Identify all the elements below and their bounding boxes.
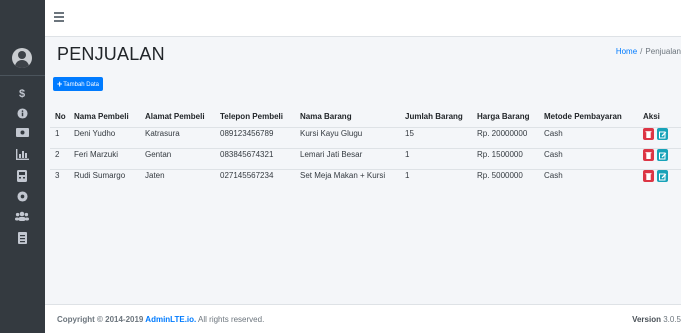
- cell-item-quantity: 1: [405, 150, 410, 159]
- cell-buyer-name: Rudi Sumargo: [74, 171, 126, 180]
- cell-item-quantity: 15: [405, 129, 414, 138]
- cell-no: 1: [55, 129, 60, 138]
- cell-payment-method: Cash: [544, 129, 563, 138]
- plus-icon: +: [57, 79, 63, 89]
- info-circle-icon[interactable]: [10, 108, 34, 122]
- menu-toggle-icon[interactable]: [54, 12, 64, 22]
- cell-payment-method: Cash: [544, 150, 563, 159]
- copyright-text: Copyright © 2014-2019 AdminLTE.io. All r…: [57, 305, 264, 333]
- cell-buyer-address: Katrasura: [145, 129, 180, 138]
- table-row: 3 Rudi Sumargo Jaten 027145567234 Set Me…: [50, 165, 681, 186]
- cell-buyer-address: Jaten: [145, 171, 165, 180]
- chart-icon[interactable]: [10, 149, 34, 163]
- cell-no: 2: [55, 150, 60, 159]
- breadcrumb-home-link[interactable]: Home: [616, 47, 637, 56]
- money-bill-icon[interactable]: [10, 128, 34, 142]
- edit-button[interactable]: [657, 149, 668, 161]
- cell-item-name: Kursi Kayu Glugu: [300, 129, 363, 138]
- version-text: Version 3.0.5: [632, 305, 681, 333]
- page-title: PENJUALAN: [57, 44, 165, 64]
- cell-buyer-address: Gentan: [145, 150, 172, 159]
- cell-buyer-name: Deni Yudho: [74, 129, 116, 138]
- breadcrumb: Home / Penjualan: [616, 47, 681, 56]
- delete-button[interactable]: [643, 170, 654, 182]
- version-value: 3.0.5: [660, 315, 681, 324]
- cell-item-name: Set Meja Makan + Kursi: [300, 171, 386, 180]
- edit-button[interactable]: [657, 170, 668, 182]
- add-data-button[interactable]: +Tambah Data: [53, 77, 103, 91]
- cell-item-price: Rp. 5000000: [477, 171, 523, 180]
- calculator-icon[interactable]: [10, 170, 34, 184]
- edit-button[interactable]: [657, 128, 668, 140]
- user-avatar[interactable]: [12, 48, 32, 68]
- cell-item-price: Rp. 1500000: [477, 150, 523, 159]
- delete-button[interactable]: [643, 149, 654, 161]
- cell-item-quantity: 1: [405, 171, 410, 180]
- sidebar-divider: [0, 75, 45, 76]
- cell-buyer-phone: 089123456789: [220, 129, 274, 138]
- top-navbar: [45, 0, 681, 37]
- sidebar: $: [0, 0, 45, 333]
- delete-button[interactable]: [643, 128, 654, 140]
- cell-buyer-phone: 083845674321: [220, 150, 274, 159]
- copyright-suffix: All rights reserved.: [196, 315, 265, 324]
- footer: Copyright © 2014-2019 AdminLTE.io. All r…: [45, 304, 681, 333]
- cell-item-price: Rp. 20000000: [477, 129, 528, 138]
- breadcrumb-current: Penjualan: [645, 47, 681, 56]
- version-label: Version: [632, 315, 661, 324]
- copyright-prefix: Copyright © 2014-2019: [57, 315, 146, 324]
- adminlte-link[interactable]: AdminLTE.io.: [145, 315, 196, 324]
- cell-payment-method: Cash: [544, 171, 563, 180]
- circle-icon[interactable]: [10, 191, 34, 205]
- dollar-icon[interactable]: $: [10, 87, 34, 101]
- cell-buyer-phone: 027145567234: [220, 171, 274, 180]
- users-icon[interactable]: [10, 211, 34, 225]
- file-icon[interactable]: [10, 232, 34, 246]
- cell-item-name: Lemari Jati Besar: [300, 150, 363, 159]
- table-row: 1 Deni Yudho Katrasura 089123456789 Kurs…: [50, 123, 681, 144]
- add-data-label: Tambah Data: [63, 82, 99, 88]
- table-row: 2 Feri Marzuki Gentan 083845674321 Lemar…: [50, 144, 681, 165]
- cell-no: 3: [55, 171, 60, 180]
- cell-buyer-name: Feri Marzuki: [74, 150, 119, 159]
